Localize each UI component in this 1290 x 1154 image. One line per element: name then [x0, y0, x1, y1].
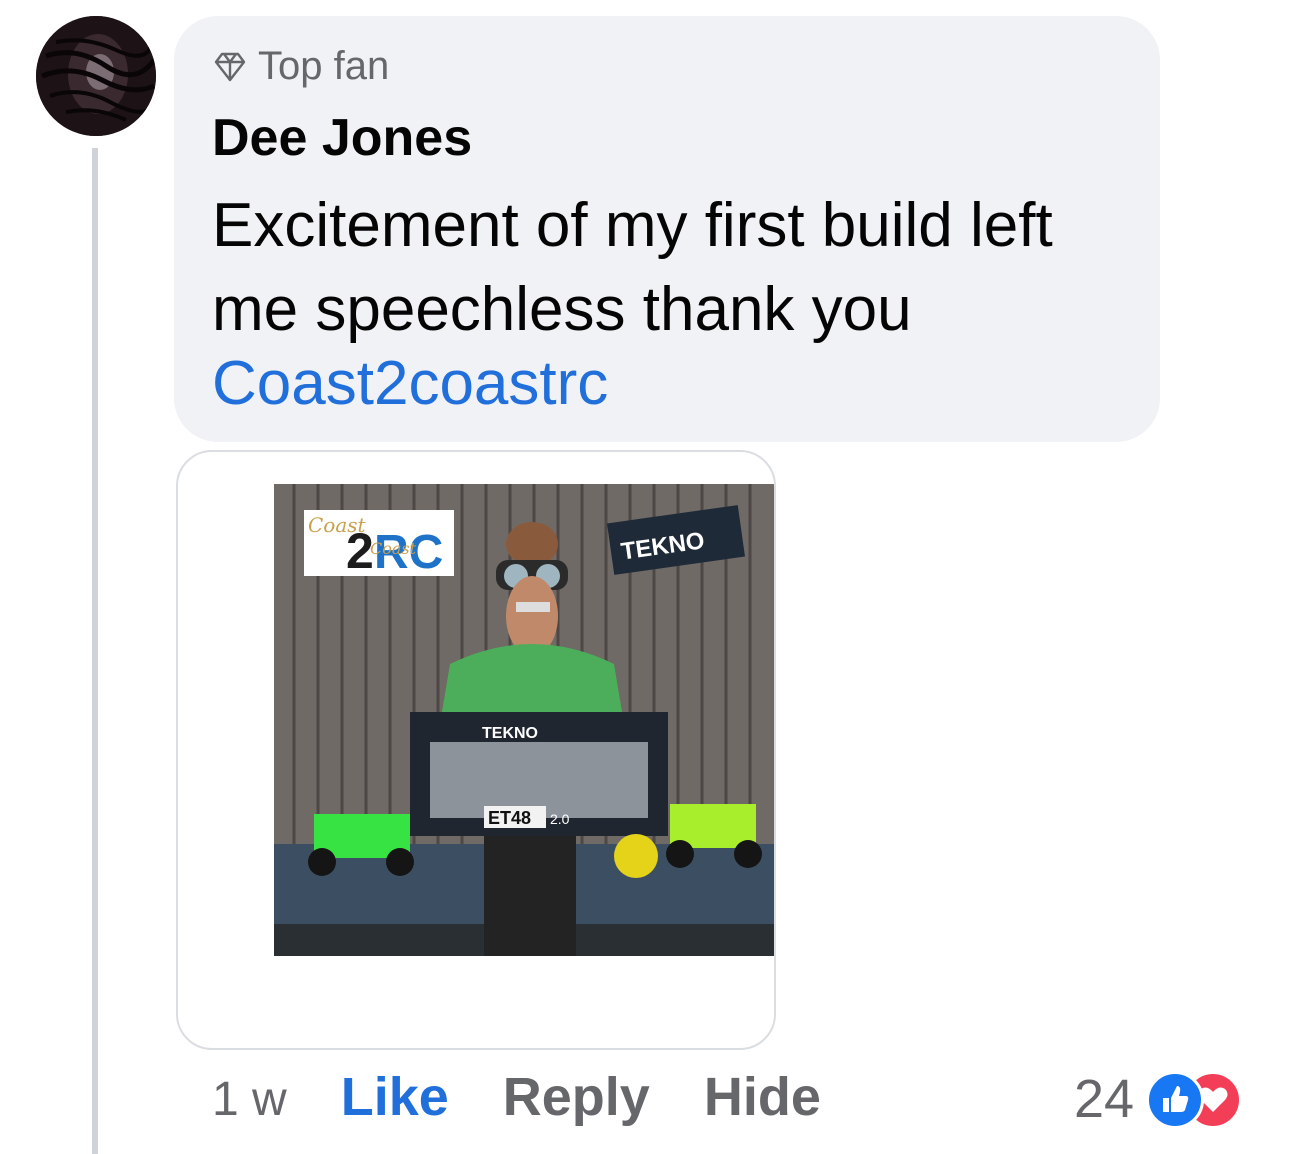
- top-fan-label: Top fan: [258, 44, 390, 88]
- avatar[interactable]: [36, 16, 156, 136]
- avatar-image: [36, 16, 156, 136]
- box-brand-text: TEKNO: [482, 725, 538, 742]
- reply-button[interactable]: Reply: [503, 1066, 650, 1128]
- comment-timestamp[interactable]: 1 w: [212, 1072, 287, 1127]
- photo-attachment[interactable]: Coast 2 RC Coast TEKNO TEKNO ET48 2.0: [176, 450, 776, 1050]
- mention-link[interactable]: Coast2coastrc: [212, 348, 608, 419]
- attached-photo: Coast 2 RC Coast TEKNO TEKNO ET48 2.0: [274, 484, 774, 956]
- box-version-text: 2.0: [550, 811, 570, 827]
- comment-actions: 1 w Like Reply Hide: [212, 1066, 875, 1128]
- thread-line: [92, 148, 98, 1154]
- reaction-icons: [1146, 1071, 1243, 1129]
- diamond-icon: [214, 52, 246, 81]
- box-model-text: ET48: [488, 808, 531, 828]
- comment-author[interactable]: Dee Jones: [212, 108, 472, 168]
- like-button[interactable]: Like: [341, 1066, 449, 1128]
- comment-bubble: Top fan Dee Jones Excitement of my first…: [174, 16, 1160, 442]
- comment-text: Excitement of my first build left me spe…: [212, 191, 1053, 344]
- reaction-count: 24: [1074, 1069, 1135, 1129]
- logo-coast-small-text: Coast: [370, 539, 417, 558]
- hide-button[interactable]: Hide: [704, 1066, 821, 1128]
- top-fan-badge: Top fan: [212, 44, 389, 89]
- like-icon: [1146, 1071, 1205, 1129]
- reaction-summary[interactable]: 24: [1074, 1068, 1243, 1130]
